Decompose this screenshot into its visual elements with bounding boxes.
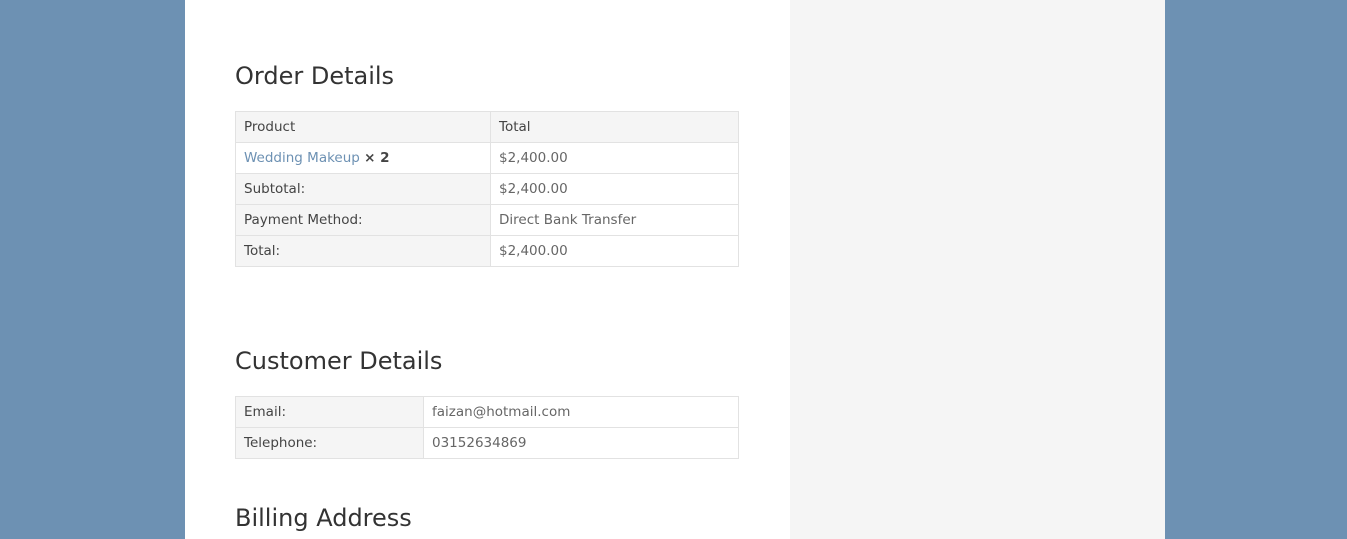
table-row: Email: faizan@hotmail.com bbox=[235, 396, 739, 428]
billing-address-heading: Billing Address bbox=[235, 504, 412, 532]
order-details-heading: Order Details bbox=[235, 62, 395, 90]
customer-details-table: Email: faizan@hotmail.com Telephone: 031… bbox=[235, 396, 739, 459]
table-row: Telephone: 03152634869 bbox=[235, 427, 739, 459]
total-label: Total: bbox=[235, 235, 491, 267]
table-row: Total: $2,400.00 bbox=[235, 235, 739, 267]
telephone-value: 03152634869 bbox=[423, 427, 739, 459]
table-row: Subtotal: $2,400.00 bbox=[235, 173, 739, 205]
customer-details-heading: Customer Details bbox=[235, 347, 443, 375]
product-column-header: Product bbox=[235, 111, 491, 143]
total-column-header: Total bbox=[490, 111, 739, 143]
table-row: Wedding Makeup × 2 $2,400.00 bbox=[235, 142, 739, 174]
order-item-cell: Wedding Makeup × 2 bbox=[235, 142, 491, 174]
sidebar bbox=[790, 0, 1165, 539]
table-header-row: Product Total bbox=[235, 111, 739, 143]
order-details-table: Product Total Wedding Makeup × 2 $2,400.… bbox=[235, 111, 739, 267]
telephone-label: Telephone: bbox=[235, 427, 424, 459]
email-label: Email: bbox=[235, 396, 424, 428]
table-row: Payment Method: Direct Bank Transfer bbox=[235, 204, 739, 236]
product-link[interactable]: Wedding Makeup bbox=[244, 150, 360, 166]
product-quantity: × 2 bbox=[364, 150, 390, 166]
order-item-total: $2,400.00 bbox=[490, 142, 739, 174]
subtotal-label: Subtotal: bbox=[235, 173, 491, 205]
payment-method-label: Payment Method: bbox=[235, 204, 491, 236]
total-value: $2,400.00 bbox=[490, 235, 739, 267]
payment-method-value: Direct Bank Transfer bbox=[490, 204, 739, 236]
email-value: faizan@hotmail.com bbox=[423, 396, 739, 428]
page-container: Order Details Product Total Wedding Make… bbox=[185, 0, 1165, 539]
subtotal-value: $2,400.00 bbox=[490, 173, 739, 205]
